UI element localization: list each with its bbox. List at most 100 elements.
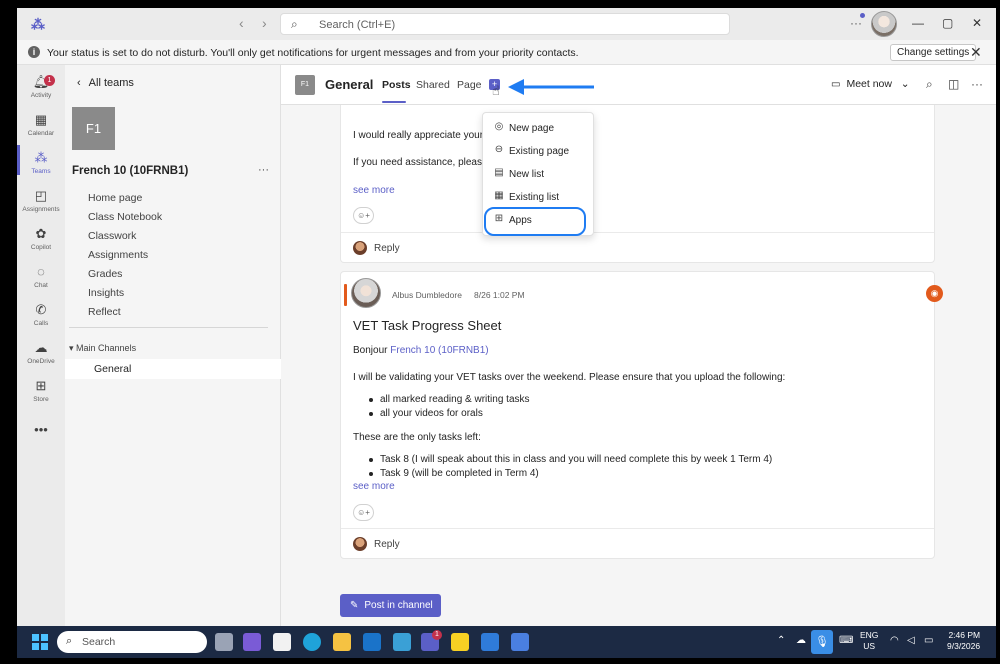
app-rail: 🔔︎ 1 Activity ▦ Calendar ⁂ Teams ◰ Assig… [17, 65, 65, 626]
add-reaction-icon[interactable]: ☺+ [353, 504, 374, 521]
info-icon: i [28, 46, 40, 58]
more-apps-icon: ••• [34, 422, 48, 437]
tab-page[interactable]: Page [457, 79, 482, 91]
divider [69, 327, 268, 328]
channel-title: General [325, 77, 374, 92]
app-icon[interactable] [511, 633, 529, 651]
tab-posts[interactable]: Posts [382, 79, 411, 91]
post-in-channel-button[interactable]: ✎ Post in channel [340, 594, 441, 617]
rail-item-teams[interactable]: ⁂ Teams [17, 149, 65, 187]
menu-item-new-page[interactable]: ◎ New page [483, 117, 595, 140]
author-avatar[interactable] [351, 278, 381, 308]
presence-dot [860, 13, 865, 18]
search-channel-icon[interactable]: ⌕ [926, 77, 933, 92]
avatar [353, 241, 367, 255]
clock[interactable]: 2:46 PM 9/3/2026 [947, 630, 980, 652]
notification-text: Your status is set to do not disturb. Yo… [47, 47, 579, 59]
announcement-accent [344, 284, 347, 306]
file-explorer-icon[interactable] [333, 633, 351, 651]
onedrive-tray-icon[interactable]: ☁︎ [796, 635, 806, 646]
menu-item-new-list[interactable]: ▤ New list [483, 163, 595, 186]
team-nav-item[interactable]: Insights [88, 287, 162, 306]
search-input[interactable]: ⌕ Search (Ctrl+E) [280, 13, 730, 35]
chevron-left-icon: ‹ [77, 77, 81, 89]
team-nav-item[interactable]: Classwork [88, 230, 162, 249]
phone-icon: ✆ [35, 302, 47, 317]
author-name[interactable]: Albus Dumbledore [392, 290, 462, 300]
edge-icon[interactable] [303, 633, 321, 651]
title-bar: ⁂ ‹ › ⌕ Search (Ctrl+E) ··· — ▢ ✕ [17, 8, 996, 40]
menu-item-existing-list[interactable]: ▦ Existing list [483, 186, 595, 209]
see-more-link[interactable]: see more [353, 185, 395, 196]
team-name[interactable]: French 10 (10FRNB1) [72, 165, 188, 177]
rail-item-onedrive[interactable]: ☁︎ OneDrive [17, 339, 65, 377]
outlook-icon[interactable] [363, 633, 381, 651]
channel-info-icon[interactable]: ◫ [948, 77, 959, 91]
profile-avatar[interactable] [871, 11, 897, 37]
calendar-app-icon[interactable] [273, 633, 291, 651]
sticky-notes-icon[interactable] [451, 633, 469, 651]
channel-item-general[interactable]: General [65, 359, 281, 379]
menu-item-existing-page[interactable]: ⊖ Existing page [483, 140, 595, 163]
team-nav-item[interactable]: Grades [88, 268, 162, 287]
more-options-icon[interactable]: ··· [850, 16, 862, 30]
post-text: I will be validating your VET tasks over… [353, 372, 786, 383]
wifi-icon[interactable]: ◠ [890, 635, 899, 646]
all-teams-link[interactable]: ‹ All teams [77, 77, 134, 89]
rail-item-assignments[interactable]: ◰ Assignments [17, 187, 65, 225]
chat-icon: ◌ [37, 264, 45, 279]
team-more-icon[interactable]: ··· [258, 164, 269, 176]
plus-icon: ⊞ [35, 378, 47, 393]
tab-shared[interactable]: Shared [416, 79, 450, 91]
team-nav-item[interactable]: Assignments [88, 249, 162, 268]
main-channels-header[interactable]: ▾ Main Channels [69, 343, 136, 354]
language-indicator[interactable]: ENG US [860, 630, 878, 652]
list-icon: ▤ [494, 167, 504, 178]
close-notification-icon[interactable]: ✕ [970, 44, 982, 61]
microphone-icon[interactable]: 🎙︎ [811, 630, 833, 654]
rail-item-store[interactable]: ⊞ Store [17, 377, 65, 415]
task-view-icon[interactable] [215, 633, 233, 651]
meet-now-button[interactable]: ▭ Meet now ⌄ [831, 78, 910, 90]
team-nav-item[interactable]: Class Notebook [88, 211, 162, 230]
add-reaction-icon[interactable]: ☺+ [353, 207, 374, 224]
rail-more-apps[interactable]: ••• [17, 421, 65, 459]
post-timestamp: 8/26 1:02 PM [474, 290, 525, 300]
battery-icon[interactable]: ▭ [924, 635, 933, 646]
teams-window: ⁂ ‹ › ⌕ Search (Ctrl+E) ··· — ▢ ✕ i Your… [17, 8, 996, 658]
reply-row[interactable]: Reply [341, 528, 934, 558]
app-icon[interactable] [481, 633, 499, 651]
rail-item-calls[interactable]: ✆ Calls [17, 301, 65, 339]
close-window-icon[interactable]: ✕ [972, 16, 982, 30]
team-tile: F1 [72, 107, 115, 150]
change-settings-button[interactable]: Change settings [890, 44, 977, 61]
team-nav-item[interactable]: Home page [88, 192, 162, 211]
app-icon[interactable] [243, 633, 261, 651]
list-item: all your videos for orals [369, 408, 530, 422]
copilot-icon: ✿ [35, 226, 47, 241]
maximize-icon[interactable]: ▢ [942, 16, 953, 30]
rail-item-activity[interactable]: 🔔︎ 1 Activity [17, 73, 65, 111]
forward-arrow-icon[interactable]: › [262, 15, 267, 31]
volume-icon[interactable]: ◁ [907, 635, 915, 646]
chevron-up-icon[interactable]: ⌃ [777, 635, 785, 646]
rail-item-copilot[interactable]: ✿ Copilot [17, 225, 65, 263]
rail-item-calendar[interactable]: ▦ Calendar [17, 111, 65, 149]
post-text: If you need assistance, please r [353, 157, 494, 168]
search-icon: ⌕ [291, 17, 298, 31]
team-nav-item[interactable]: Reflect [88, 306, 162, 325]
more-options-icon[interactable]: ··· [971, 77, 983, 91]
minimize-icon[interactable]: — [912, 16, 924, 30]
team-mention[interactable]: French 10 (10FRNB1) [390, 345, 488, 356]
post-text: These are the only tasks left: [353, 432, 481, 443]
channel-tile: F1 [295, 75, 315, 95]
reply-row[interactable]: Reply [341, 232, 934, 262]
taskbar-search[interactable]: ⌕ Search [57, 631, 207, 653]
windows-start-icon[interactable] [32, 634, 48, 650]
see-more-link[interactable]: see more [353, 481, 395, 492]
back-arrow-icon[interactable]: ‹ [239, 15, 244, 31]
hand-cursor-icon: ☝︎ [492, 83, 500, 98]
rail-item-chat[interactable]: ◌ Chat [17, 263, 65, 301]
keyboard-icon[interactable]: ⌨ [839, 635, 853, 646]
app-icon[interactable] [393, 633, 411, 651]
